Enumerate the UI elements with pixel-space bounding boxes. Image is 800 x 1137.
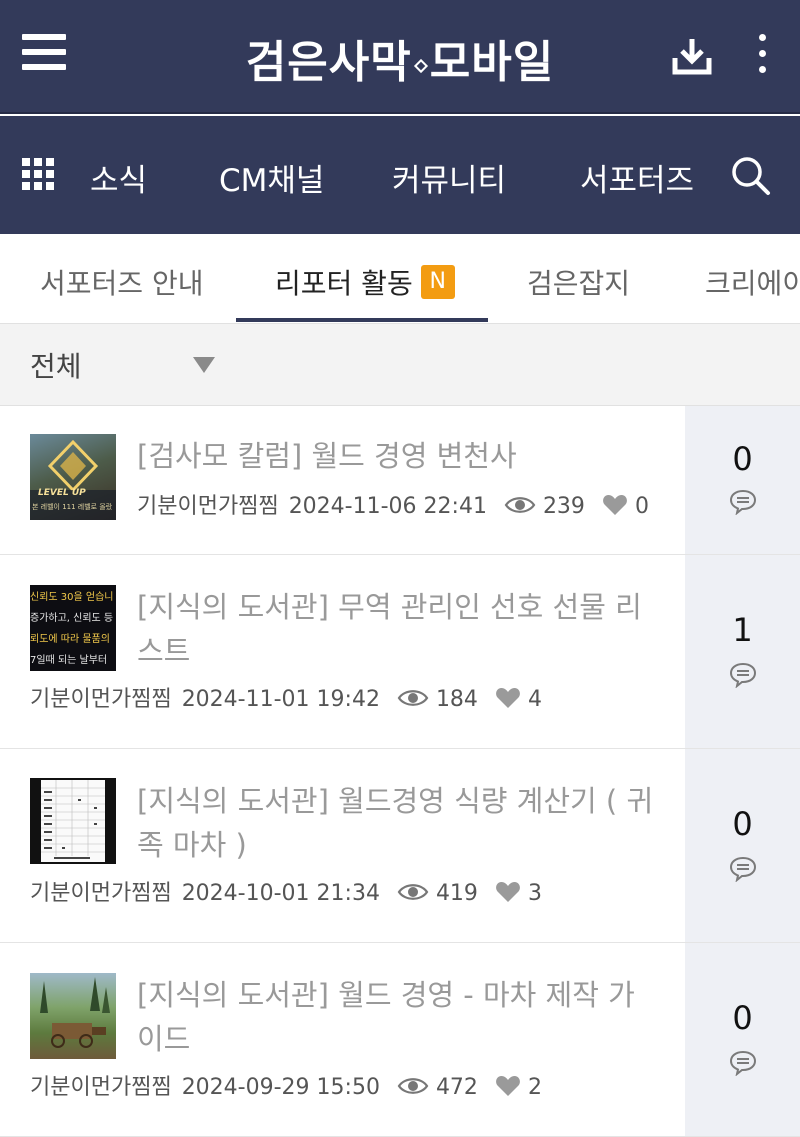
tab-reporter-activity[interactable]: 리포터 활동 N [275, 262, 455, 302]
comment-count: 0 [732, 440, 753, 478]
post-title[interactable]: [지식의 도서관] 월드경영 식량 계산기 ( 귀족 마차 ) [137, 779, 657, 867]
post-row[interactable]: 0 [지식의 도서관] 월드경영 식량 계산기 (귀족 마차) 기분이먼가찜… [0, 749, 800, 943]
post-views: 239 [542, 494, 585, 519]
post-author: 기분이먼가찜찜 [30, 881, 172, 906]
comment-column [685, 555, 800, 748]
post-row[interactable]: 1 신뢰도 30을 얻습니 증가하고, 신뢰도 등 뢰도에 따라 물품의 7일때… [0, 555, 800, 749]
logo-diamond-icon [413, 58, 428, 73]
dropdown-arrow-icon[interactable] [193, 357, 215, 373]
nav-item-news[interactable]: 소식 [90, 155, 147, 200]
post-meta: 기분이먼가찜찜 2024-11-06 22:41 239 0 [137, 488, 649, 520]
post-meta: 기분이먼가찜찜 2024-09-29 15:50 472 2 [30, 1069, 542, 1101]
post-title[interactable]: [지식의 도서관] 무역 관리인 선호 선물 리스트 [137, 585, 657, 673]
post-views: 419 [435, 881, 478, 906]
download-icon[interactable] [672, 36, 712, 76]
comment-icon [729, 856, 757, 882]
post-views: 472 [435, 1075, 478, 1100]
post-likes: 0 [634, 494, 649, 519]
likes-heart-icon [496, 1076, 520, 1096]
filter-select[interactable]: 전체 [30, 345, 82, 385]
thumbnail-text-line: 신뢰도 30을 얻습니 [30, 592, 114, 603]
likes-heart-icon [496, 882, 520, 902]
spreadsheet-preview [41, 780, 105, 862]
nav-item-community[interactable]: 커뮤니티 [392, 155, 506, 200]
more-options-icon[interactable] [752, 34, 772, 78]
filter-bar[interactable] [0, 324, 800, 406]
post-thumbnail: LEVEL UP 본 레벨이 111 레벨로 올랐 [30, 434, 116, 520]
comment-icon [729, 662, 757, 688]
comment-icon [729, 489, 757, 515]
post-author: 기분이먼가찜찜 [137, 494, 279, 519]
logo-text-left: 검은사막 [245, 37, 412, 88]
post-date: 2024-11-01 19:42 [181, 687, 380, 712]
views-eye-icon [397, 690, 429, 706]
post-title[interactable]: [지식의 도서관] 월드 경영 - 마차 제작 가이드 [137, 973, 657, 1061]
post-views: 184 [435, 687, 478, 712]
post-author: 기분이먼가찜찜 [30, 1075, 172, 1100]
views-eye-icon [504, 497, 536, 513]
thumbnail-caption: 본 레벨이 111 레벨로 올랐 [32, 503, 113, 511]
likes-heart-icon [496, 688, 520, 708]
comment-count: 0 [732, 805, 753, 843]
search-icon[interactable] [730, 155, 772, 197]
post-thumbnail [30, 973, 116, 1059]
post-row[interactable]: 0 [지식의 도서관] 월드 경영 - 마차 제작 가이드 기분이먼가찜찜 202… [0, 943, 800, 1137]
comment-count: 0 [732, 999, 753, 1037]
nav-item-supporters[interactable]: 서포터즈 [580, 155, 694, 200]
thumbnail-caption: LEVEL UP [38, 488, 86, 498]
tab-supporters-guide[interactable]: 서포터즈 안내 [40, 262, 203, 302]
tab-creator[interactable]: 크리에이 [705, 262, 800, 302]
post-thumbnail: 신뢰도 30을 얻습니 증가하고, 신뢰도 등 뢰도에 따라 물품의 7일때 되… [30, 585, 116, 671]
comment-column [685, 406, 800, 554]
active-tab-indicator [236, 318, 488, 322]
post-meta: 기분이먼가찜찜 2024-10-01 21:34 419 3 [30, 875, 542, 907]
comment-count: 1 [732, 611, 753, 649]
comment-icon [729, 1050, 757, 1076]
tab-reporter-activity-label: 리포터 활동 [275, 267, 413, 300]
post-likes: 3 [527, 881, 542, 906]
comment-column [685, 749, 800, 942]
likes-heart-icon [603, 495, 627, 515]
new-badge: N [420, 265, 455, 299]
post-likes: 2 [527, 1075, 542, 1100]
comment-column [685, 943, 800, 1136]
thumbnail-text-line: 뢰도에 따라 물품의 [30, 634, 110, 645]
post-likes: 4 [527, 687, 542, 712]
thumbnail-text-line: 7일때 되는 날부터 [30, 655, 108, 666]
views-eye-icon [397, 1078, 429, 1094]
post-meta: 기분이먼가찜찜 2024-11-01 19:42 184 4 [30, 681, 542, 713]
post-row[interactable]: 0 LEVEL UP 본 레벨이 111 레벨로 올랐 [검사모 칼럼] 월드 … [0, 406, 800, 555]
tab-black-magazine[interactable]: 검은잡지 [527, 262, 630, 302]
thumbnail-text-line: 증가하고, 신뢰도 등 [30, 613, 114, 624]
post-title[interactable]: [검사모 칼럼] 월드 경영 변천사 [137, 434, 657, 478]
views-eye-icon [397, 884, 429, 900]
post-date: 2024-10-01 21:34 [181, 881, 380, 906]
post-date: 2024-09-29 15:50 [181, 1075, 380, 1100]
post-thumbnail [30, 778, 116, 864]
post-author: 기분이먼가찜찜 [30, 687, 172, 712]
logo-text-right: 모바일 [429, 37, 555, 88]
nav-item-cm-channel[interactable]: CM채널 [219, 155, 324, 200]
post-date: 2024-11-06 22:41 [288, 494, 487, 519]
grid-menu-icon[interactable] [22, 158, 56, 192]
wagon-scene-image [40, 977, 110, 1048]
